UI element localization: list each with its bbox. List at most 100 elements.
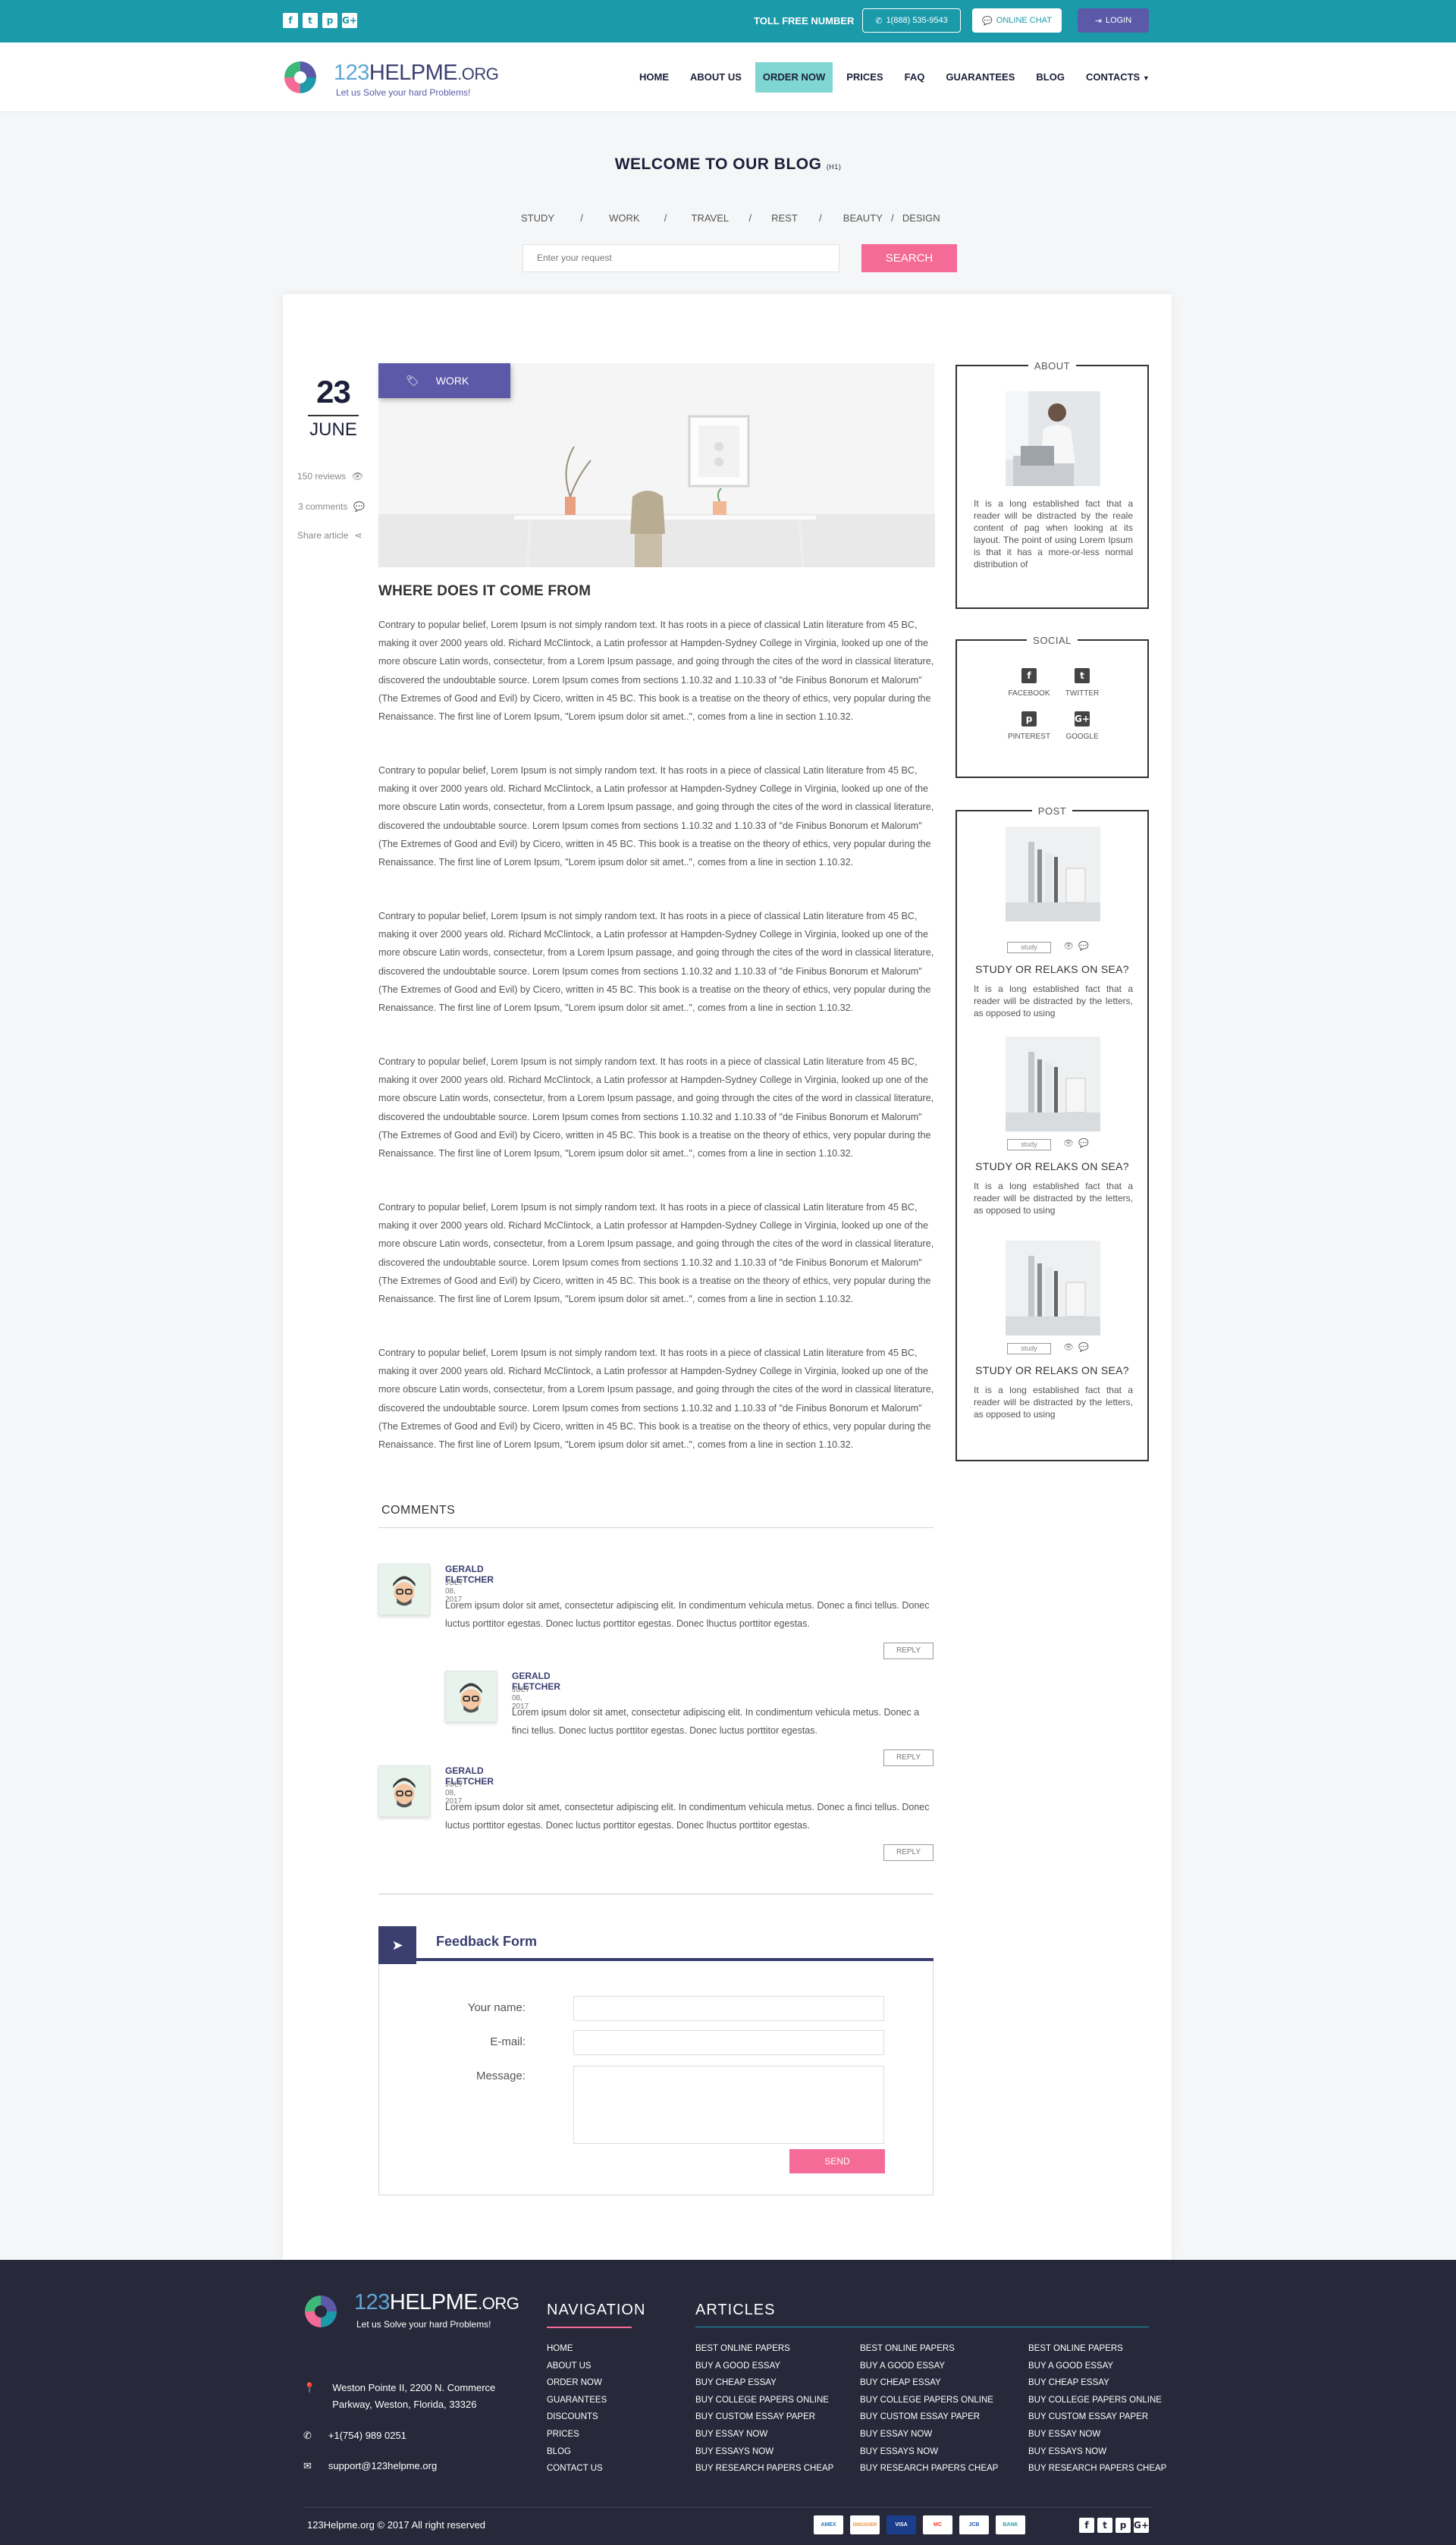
- sidebar-post-title: STUDY OR RELAKS ON SEA?: [975, 1160, 1129, 1172]
- article-link[interactable]: BUY ESSAY NOW: [695, 2426, 833, 2443]
- bank-card-icon: BANK: [996, 2515, 1025, 2534]
- comment-text: Lorem ipsum dolor sit amet, consectetur …: [512, 1707, 920, 1736]
- category-travel[interactable]: TRAVEL: [692, 212, 730, 224]
- post-category-label: WORK: [435, 375, 469, 387]
- discover-card-icon: DISCOVER: [850, 2515, 880, 2534]
- email-field[interactable]: [573, 2030, 884, 2055]
- twitter-icon: t: [1075, 668, 1090, 683]
- article-link[interactable]: BEST ONLINE PAPERS: [1028, 2340, 1166, 2358]
- phone-button[interactable]: ✆ 1(888) 535-9543: [862, 8, 961, 33]
- footer-nav-order[interactable]: ORDER NOW: [547, 2374, 607, 2392]
- post-category-badge[interactable]: 🏷 WORK: [378, 363, 510, 398]
- pinterest-icon[interactable]: p: [1116, 2518, 1131, 2533]
- online-chat-button[interactable]: 💬 ONLINE CHAT: [972, 8, 1062, 33]
- facebook-icon[interactable]: f: [283, 13, 298, 28]
- article-link[interactable]: BUY COLLEGE PAPERS ONLINE: [1028, 2392, 1166, 2409]
- nav-contacts[interactable]: CONTACTS ▼: [1078, 62, 1157, 93]
- site-logo[interactable]: 123HELPME.ORG Let us Solve your hard Pro…: [283, 56, 503, 102]
- footer-nav-contact[interactable]: CONTACT US: [547, 2460, 607, 2478]
- post-tag[interactable]: study: [1007, 1139, 1051, 1150]
- article-link[interactable]: BUY COLLEGE PAPERS ONLINE: [695, 2392, 833, 2409]
- article-link[interactable]: BUY CUSTOM ESSAY PAPER: [1028, 2408, 1166, 2426]
- post-thumbnail: [1006, 827, 1100, 921]
- footer-articles-col-2: BEST ONLINE PAPERS BUY A GOOD ESSAY BUY …: [860, 2340, 998, 2478]
- reply-button[interactable]: REPLY: [883, 1643, 934, 1659]
- article-link[interactable]: BUY CHEAP ESSAY: [860, 2374, 998, 2392]
- article-link[interactable]: BUY A GOOD ESSAY: [860, 2358, 998, 2375]
- post-tag[interactable]: study: [1007, 942, 1051, 953]
- jcb-card-icon: JCB: [959, 2515, 989, 2534]
- nav-order-now[interactable]: ORDER NOW: [755, 62, 833, 93]
- share-article-link[interactable]: Share article ⋖: [297, 530, 362, 541]
- article-link[interactable]: BUY CUSTOM ESSAY PAPER: [695, 2408, 833, 2426]
- article-link[interactable]: BUY A GOOD ESSAY: [695, 2358, 833, 2375]
- nav-blog[interactable]: BLOG: [1028, 62, 1072, 93]
- google-plus-icon[interactable]: G+: [1134, 2518, 1149, 2533]
- reply-button[interactable]: REPLY: [883, 1749, 934, 1766]
- amex-card-icon: AMEX: [814, 2515, 843, 2534]
- sidebar-post-title: STUDY OR RELAKS ON SEA?: [975, 1364, 1129, 1376]
- twitter-icon[interactable]: t: [1097, 2518, 1112, 2533]
- search-input[interactable]: Enter your request: [522, 244, 839, 272]
- comments-count: 3 comments 💬: [298, 501, 366, 512]
- twitter-icon[interactable]: t: [303, 13, 318, 28]
- name-field[interactable]: [573, 1996, 884, 2021]
- pinterest-icon[interactable]: p: [322, 13, 337, 28]
- post-paragraph-6: Contrary to popular belief, Lorem Ipsum …: [378, 1348, 934, 1451]
- send-button[interactable]: SEND: [789, 2149, 885, 2173]
- category-beauty[interactable]: BEAUTY: [843, 212, 883, 224]
- article-link[interactable]: BUY CHEAP ESSAY: [1028, 2374, 1166, 2392]
- page-title: WELCOME TO OUR BLOG (H1): [614, 155, 842, 173]
- sidebar-post-excerpt: It is a long established fact that a rea…: [974, 1385, 1133, 1420]
- article-link[interactable]: BUY ESSAY NOW: [860, 2426, 998, 2443]
- footer-nav-discounts[interactable]: DISCOUNTS: [547, 2408, 607, 2426]
- reply-button[interactable]: REPLY: [883, 1844, 934, 1861]
- footer-nav-about[interactable]: ABOUT US: [547, 2358, 607, 2375]
- footer-nav-prices[interactable]: PRICES: [547, 2426, 607, 2443]
- article-link[interactable]: BUY ESSAYS NOW: [695, 2443, 833, 2461]
- facebook-icon[interactable]: f: [1079, 2518, 1094, 2533]
- nav-home[interactable]: HOME: [632, 62, 676, 93]
- social-twitter[interactable]: t TWITTER: [1056, 668, 1109, 698]
- article-link[interactable]: BUY RESEARCH PAPERS CHEAP: [1028, 2460, 1166, 2478]
- message-field[interactable]: [573, 2066, 884, 2144]
- article-link[interactable]: BUY RESEARCH PAPERS CHEAP: [860, 2460, 998, 2478]
- nav-faq[interactable]: FAQ: [897, 62, 933, 93]
- views-comments-icons: 👁 💬: [1063, 1343, 1089, 1352]
- footer-nav-home[interactable]: HOME: [547, 2340, 607, 2358]
- avatar: [378, 1564, 430, 1615]
- nav-about-us[interactable]: ABOUT US: [682, 62, 749, 93]
- comment-text: Lorem ipsum dolor sit amet, consectetur …: [445, 1600, 930, 1629]
- article-link[interactable]: BUY A GOOD ESSAY: [1028, 2358, 1166, 2375]
- footer-nav-guarantees[interactable]: GUARANTEES: [547, 2392, 607, 2409]
- article-link[interactable]: BEST ONLINE PAPERS: [860, 2340, 998, 2358]
- category-study[interactable]: STUDY: [521, 212, 554, 224]
- phone-number: 1(888) 535-9543: [886, 16, 948, 25]
- article-link[interactable]: BUY RESEARCH PAPERS CHEAP: [695, 2460, 833, 2478]
- article-link[interactable]: BUY ESSAY NOW: [1028, 2426, 1166, 2443]
- article-link[interactable]: BUY ESSAYS NOW: [860, 2443, 998, 2461]
- avatar: [378, 1765, 430, 1817]
- category-design[interactable]: DESIGN: [902, 212, 940, 224]
- article-link[interactable]: BEST ONLINE PAPERS: [695, 2340, 833, 2358]
- nav-guarantees[interactable]: GUARANTEES: [938, 62, 1022, 93]
- article-link[interactable]: BUY CHEAP ESSAY: [695, 2374, 833, 2392]
- post-tag[interactable]: study: [1007, 1343, 1051, 1354]
- footer-email[interactable]: ✉ support@123helpme.org: [303, 2458, 437, 2474]
- nav-prices[interactable]: PRICES: [839, 62, 890, 93]
- login-button[interactable]: ⇥ LOGIN: [1078, 8, 1149, 33]
- post-thumbnail: [1006, 1037, 1100, 1131]
- footer-logo-wordmark[interactable]: 123HELPME.ORG: [354, 2290, 519, 2315]
- search-button[interactable]: SEARCH: [861, 244, 957, 272]
- social-facebook[interactable]: f FACEBOOK: [1003, 668, 1056, 698]
- footer-logo-tagline: Let us Solve your hard Problems!: [356, 2319, 491, 2330]
- article-link[interactable]: BUY COLLEGE PAPERS ONLINE: [860, 2392, 998, 2409]
- social-google[interactable]: G+ GOOGLE: [1056, 711, 1109, 741]
- category-work[interactable]: WORK: [609, 212, 639, 224]
- category-rest[interactable]: REST: [771, 212, 798, 224]
- article-link[interactable]: BUY CUSTOM ESSAY PAPER: [860, 2408, 998, 2426]
- social-pinterest[interactable]: p PINTEREST: [1003, 711, 1056, 741]
- article-link[interactable]: BUY ESSAYS NOW: [1028, 2443, 1166, 2461]
- footer-nav-blog[interactable]: BLOG: [547, 2443, 607, 2461]
- google-plus-icon[interactable]: G+: [342, 13, 357, 28]
